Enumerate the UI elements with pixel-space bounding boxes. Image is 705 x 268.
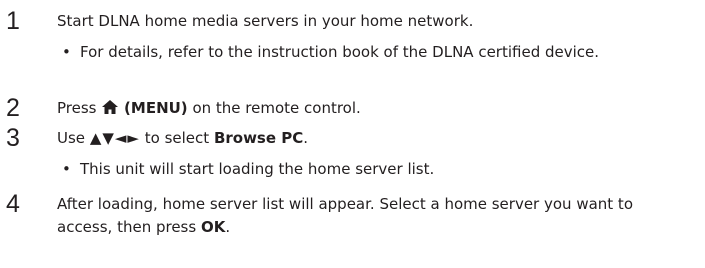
step-text: Start DLNA home media servers in your ho… [57, 12, 474, 30]
step-number: 1 [6, 7, 20, 35]
step-text-after: . [303, 129, 309, 147]
step-number: 2 [6, 94, 20, 122]
arrow-keys-icon: ▲▼◄► [89, 129, 140, 147]
step-text-after: . [225, 218, 231, 236]
step-number: 3 [6, 124, 20, 152]
ok-label: OK [200, 218, 226, 236]
bullet-text: For details, refer to the instruction bo… [80, 43, 600, 61]
step-text: Use ▲▼◄► to select Browse PC. [57, 127, 677, 150]
step-text-mid: to select [144, 129, 210, 147]
step-number: 4 [6, 190, 20, 218]
bullet-dot: • [62, 43, 71, 61]
step-text-before: Press [57, 99, 97, 117]
home-icon [102, 100, 119, 114]
step-text-after: on the remote control. [192, 99, 361, 117]
step-text-before: Use [57, 129, 86, 147]
step-text: Press (MENU) on the remote control. [57, 97, 677, 120]
instruction-document: 1 Start DLNA home media servers in your … [0, 0, 705, 268]
step-text: After loading, home server list will app… [57, 193, 677, 239]
menu-label: (MENU) [124, 99, 188, 117]
bullet-dot: • [62, 160, 71, 178]
step-text-body: After loading, home server list will app… [57, 195, 633, 236]
browse-pc-label: Browse PC [213, 129, 304, 147]
bullet-text: This unit will start loading the home se… [80, 160, 435, 178]
